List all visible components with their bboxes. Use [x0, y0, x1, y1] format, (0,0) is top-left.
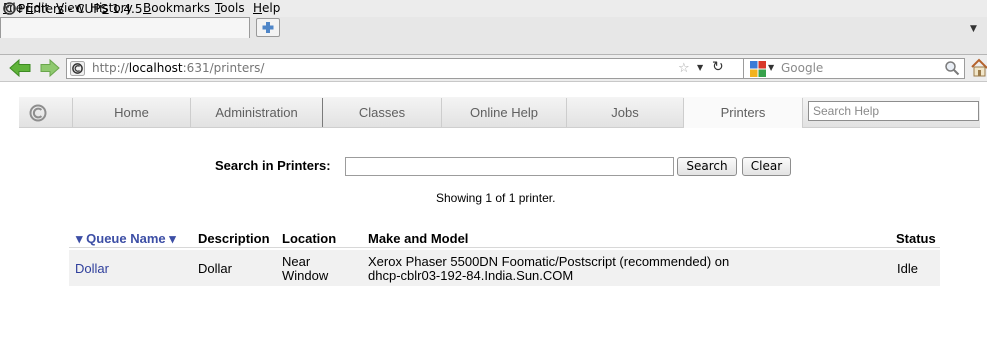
reload-icon[interactable]: ↻	[712, 60, 724, 75]
search-button[interactable]: Search	[677, 157, 737, 176]
plus-icon	[262, 22, 274, 33]
site-identity-icon[interactable]	[70, 61, 85, 76]
printer-make-model: Xerox Phaser 5500DN Foomatic/Postscript …	[368, 255, 848, 283]
printer-location-line1: Near	[282, 254, 311, 269]
cups-logo-icon	[29, 104, 47, 122]
google-engine-icon[interactable]	[750, 61, 766, 77]
url-host: localhost	[128, 61, 183, 75]
printer-location-line2: Window	[282, 268, 329, 283]
new-tab-button[interactable]	[256, 18, 280, 37]
nav-printers[interactable]: Printers	[684, 97, 802, 128]
bookmark-star-icon[interactable]: ☆	[678, 61, 690, 76]
home-icon[interactable]	[971, 58, 987, 78]
menu-bookmarks-label: ookmarks	[151, 1, 211, 15]
location-header: Location	[282, 231, 337, 246]
engine-dropdown-icon[interactable]: ▼	[768, 63, 774, 72]
magnifier-icon[interactable]	[944, 60, 960, 76]
nav-classes[interactable]: Classes	[323, 97, 441, 128]
menu-help-mnemonic: H	[253, 1, 263, 15]
back-arrow-icon[interactable]	[9, 59, 31, 77]
url-text[interactable]: http://localhost:631/printers/	[92, 61, 264, 76]
tab-list-dropdown-icon[interactable]: ▼	[970, 24, 977, 34]
menu-tools[interactable]: Tools	[215, 1, 245, 16]
printer-make-model-line2: dhcp-cblr03-192-84.India.Sun.COM	[368, 268, 574, 283]
nav-administration[interactable]: Administration	[191, 97, 322, 128]
tab-title: Printers - CUPS 1.4.5	[18, 2, 143, 16]
forward-arrow-icon[interactable]	[40, 59, 60, 77]
history-dropdown-icon[interactable]: ▼	[697, 63, 703, 72]
browser-tab[interactable]	[0, 17, 250, 38]
printer-status: Idle	[897, 261, 918, 276]
search-printers-input[interactable]	[345, 157, 674, 176]
menu-tools-label: ools	[220, 1, 245, 15]
printer-description: Dollar	[198, 261, 232, 276]
cups-favicon-icon	[3, 2, 16, 15]
search-bar-placeholder: Google	[781, 61, 824, 75]
url-prefix: http://	[92, 61, 129, 75]
menu-bookmarks-mnemonic: B	[143, 1, 152, 15]
search-bar[interactable]	[743, 58, 965, 79]
queue-name-header[interactable]: ▾ Queue Name ▾	[76, 231, 176, 246]
description-header: Description	[198, 231, 270, 246]
printer-make-model-line1: Xerox Phaser 5500DN Foomatic/Postscript …	[368, 254, 730, 269]
printer-location: Near Window	[282, 255, 328, 283]
make-model-header: Make and Model	[368, 231, 469, 246]
menu-help-label: elp	[262, 1, 281, 15]
menu-bar: File Edit View History Bookmarks Tools H…	[0, 0, 987, 17]
nav-home[interactable]: Home	[73, 97, 190, 128]
url-path: :631/printers/	[182, 61, 265, 75]
printer-queue-link[interactable]: Dollar	[75, 262, 109, 276]
search-help-input[interactable]: Search Help	[808, 101, 979, 121]
results-count-text: Showing 1 of 1 printer.	[436, 191, 556, 205]
nav-online-help[interactable]: Online Help	[442, 97, 566, 128]
clear-button[interactable]: Clear	[742, 157, 791, 176]
nav-separator	[802, 98, 803, 127]
nav-jobs[interactable]: Jobs	[567, 97, 683, 128]
search-in-printers-label: Search in Printers:	[215, 158, 331, 173]
menu-help[interactable]: Help	[253, 1, 280, 16]
status-header: Status	[896, 231, 936, 246]
menu-bookmarks[interactable]: Bookmarks	[143, 1, 210, 16]
